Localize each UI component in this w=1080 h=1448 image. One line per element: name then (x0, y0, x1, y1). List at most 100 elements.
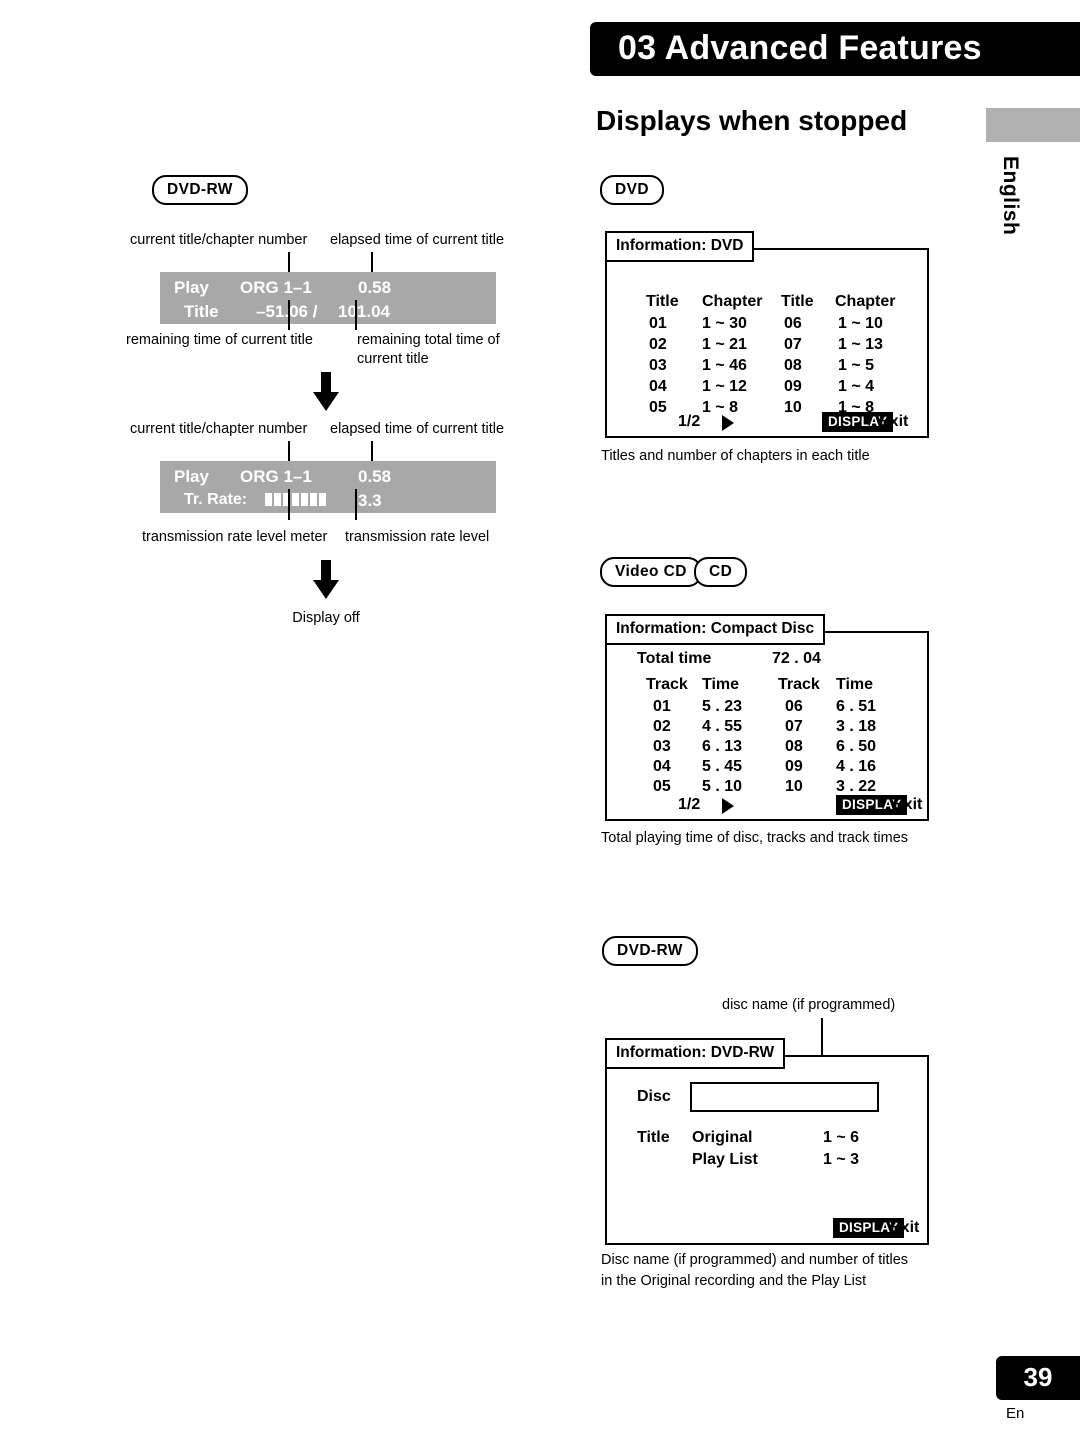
table-row: 09 (784, 378, 802, 395)
table-row: 02 (649, 336, 667, 353)
transmission-rate-meter-icon (265, 493, 326, 506)
table-row: 01 (649, 315, 667, 332)
panel1-remaining-value: –51.06 / (256, 302, 318, 321)
flow-arrow-2 (313, 560, 339, 600)
panel2-org-value: ORG 1–1 (240, 467, 312, 486)
table-row: 3 . 22 (836, 778, 877, 795)
dvdrw-title-label: Title (637, 1129, 670, 1146)
table-row: 07 (784, 336, 802, 353)
panel2-tr-rate-label: Tr. Rate: (184, 491, 248, 508)
panel1-total-value: 101.04 (338, 302, 390, 321)
leader-line (288, 489, 290, 520)
osd-dvdrw-title: Information: DVD-RW (605, 1038, 786, 1069)
table-row: 07 (785, 718, 803, 735)
table-row: 02 (653, 718, 671, 735)
leader-line (288, 252, 290, 272)
dvd-page-indicator: 1/2 (678, 413, 701, 430)
caption-disc-name: disc name (if programmed) (722, 997, 896, 1013)
osd-cd-title: Information: Compact Disc (605, 614, 826, 645)
cd-header-track-1: Track (646, 676, 688, 693)
dvdrw-playlist-label: Play List (692, 1151, 758, 1168)
dvd-header-chapter-2: Chapter (835, 293, 896, 310)
badge-cd: CD (694, 557, 748, 587)
table-row: 03 (653, 738, 671, 755)
caption-elapsed-time-1: elapsed time of current title (330, 232, 505, 248)
cd-header-track-2: Track (778, 676, 820, 693)
table-row: 5 . 23 (702, 698, 743, 715)
panel1-elapsed-value: 0.58 (358, 278, 392, 297)
caption-cd-info: Total playing time of disc, tracks and t… (601, 830, 909, 846)
panel2-play-label: Play (174, 467, 209, 486)
dvd-header-title-1: Title (646, 293, 679, 310)
panel1-play-label: Play (174, 278, 209, 297)
panel2-tr-rate-value: 3.3 (358, 491, 382, 510)
table-row: 6 . 13 (702, 738, 743, 755)
caption-dvd-info: Titles and number of chapters in each ti… (601, 448, 870, 464)
leader-line (355, 300, 357, 330)
dvdrw-original-label: Original (692, 1129, 753, 1146)
table-row: 1 ~ 12 (702, 378, 747, 395)
chapter-title: 03 Advanced Features (618, 29, 982, 67)
flow-arrow-1 (313, 372, 339, 412)
table-row: 1 ~ 13 (838, 336, 883, 353)
caption-title-chapter-number-2: current title/chapter number (130, 421, 308, 437)
table-row: 09 (785, 758, 803, 775)
table-row: 04 (649, 378, 667, 395)
table-row: 5 . 45 (702, 758, 743, 775)
badge-video-cd: Video CD (600, 557, 702, 587)
caption-display-off: Display off (292, 610, 360, 626)
cd-header-time-2: Time (836, 676, 874, 693)
leader-line (355, 489, 357, 520)
language-tab-label: English (999, 156, 1022, 236)
badge-dvd-rw-right: DVD-RW (602, 936, 698, 966)
table-row: 1 ~ 30 (702, 315, 747, 332)
cd-page-indicator: 1/2 (678, 796, 701, 813)
display-panel-stopped-1: Play ORG 1–1 0.58 Title –51.06 / 101.04 (160, 272, 496, 324)
table-row: 05 (653, 778, 671, 795)
table-row: 08 (785, 738, 803, 755)
dvd-header-title-2: Title (781, 293, 814, 310)
disc-name-field[interactable] (690, 1082, 879, 1112)
dvdrw-original-value: 1 ~ 6 (823, 1129, 860, 1146)
leader-line (371, 252, 373, 272)
caption-transmission-meter: transmission rate level meter (142, 529, 328, 545)
leader-line (288, 300, 290, 330)
next-page-arrow-icon[interactable] (722, 798, 734, 814)
table-row: 1 ~ 5 (838, 357, 875, 374)
table-row: 1 ~ 4 (838, 378, 875, 395)
caption-title-chapter-number-1: current title/chapter number (130, 232, 308, 248)
panel2-elapsed-value: 0.58 (358, 467, 392, 486)
table-row: 08 (784, 357, 802, 374)
language-code: En (1006, 1405, 1025, 1422)
dvd-header-chapter-1: Chapter (702, 293, 763, 310)
table-row: 04 (653, 758, 671, 775)
dvdrw-exit-label[interactable]: Exit (890, 1219, 919, 1237)
caption-remaining-time: remaining time of current title (126, 332, 313, 348)
page-title: Displays when stopped (596, 105, 908, 136)
dvd-exit-label[interactable]: Exit (879, 413, 908, 431)
caption-remaining-total-time: remaining total time of current title (357, 332, 500, 367)
table-row: 06 (784, 315, 802, 332)
table-row: 1 ~ 21 (702, 336, 747, 353)
osd-dvd-title: Information: DVD (605, 231, 755, 262)
leader-line (371, 441, 373, 461)
next-page-arrow-icon[interactable] (722, 415, 734, 431)
panel1-title-label: Title (184, 302, 219, 321)
table-row: 10 (784, 399, 802, 416)
table-row: 1 ~ 46 (702, 357, 747, 374)
display-panel-stopped-2: Play ORG 1–1 0.58 Tr. Rate: 3.3 (160, 461, 496, 513)
table-row: 1 ~ 10 (838, 315, 883, 332)
table-row: 01 (653, 698, 671, 715)
chapter-header-bar: 03 Advanced Features (590, 22, 1080, 76)
dvdrw-playlist-value: 1 ~ 3 (823, 1151, 860, 1168)
cd-total-time-label: Total time (637, 650, 712, 667)
table-row: 06 (785, 698, 803, 715)
cd-total-time-value: 72 . 04 (772, 650, 821, 667)
badge-dvd-rw-left: DVD-RW (152, 175, 248, 205)
page-number-box: 39 (996, 1356, 1080, 1400)
cd-exit-label[interactable]: Exit (893, 796, 922, 814)
table-row: 4 . 16 (836, 758, 877, 775)
table-row: 4 . 55 (702, 718, 743, 735)
leader-line (288, 441, 290, 461)
cd-header-time-1: Time (702, 676, 740, 693)
